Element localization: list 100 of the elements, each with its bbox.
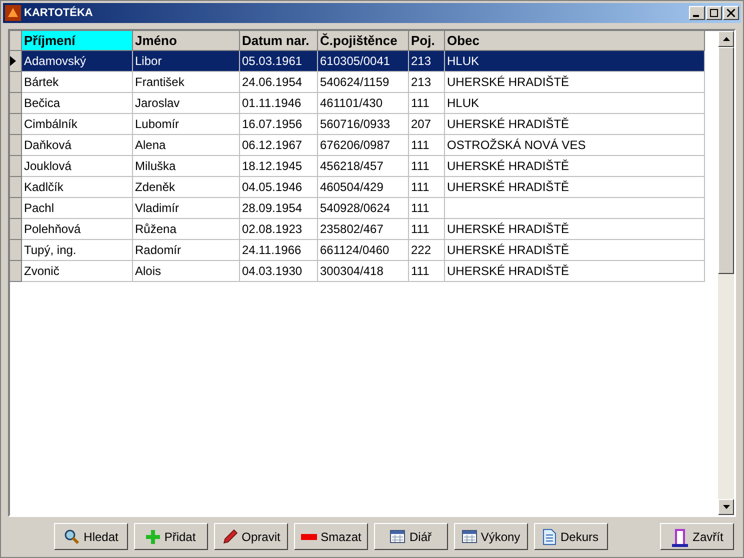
add-button[interactable]: Přidat: [134, 523, 208, 550]
table-cell: Zvonič: [22, 261, 133, 282]
pencil-icon: [222, 528, 238, 544]
table-cell: Jouklová: [22, 156, 133, 177]
column-header[interactable]: Poj.: [409, 31, 445, 51]
scroll-down-button[interactable]: [718, 499, 734, 515]
table-cell: HLUK: [445, 93, 705, 114]
table-cell: 610305/0041: [318, 51, 409, 72]
table-cell: OSTROŽSKÁ NOVÁ VES: [445, 135, 705, 156]
table-cell: 05.03.1961: [240, 51, 318, 72]
table-cell: Daňková: [22, 135, 133, 156]
table-cell: 540928/0624: [318, 198, 409, 219]
table-cell: Růžena: [133, 219, 240, 240]
calendar-button[interactable]: Výkony: [454, 523, 528, 550]
table-cell: Tupý, ing.: [22, 240, 133, 261]
document-icon: [543, 528, 556, 544]
door-exit-icon: [670, 526, 689, 546]
table-cell: 676206/0987: [318, 135, 409, 156]
table-cell: Adamovský: [22, 51, 133, 72]
close-icon: [727, 9, 735, 17]
table-cell: UHERSKÉ HRADIŠTĚ: [445, 156, 705, 177]
table-cell: 111: [409, 135, 445, 156]
table-cell: 01.11.1946: [240, 93, 318, 114]
table-cell: 540624/1159: [318, 72, 409, 93]
table-cell: 04.03.1930: [240, 261, 318, 282]
table-cell: 461101/430: [318, 93, 409, 114]
column-header[interactable]: Č.pojištěnce: [318, 31, 409, 51]
down-arrow-icon: [722, 505, 730, 509]
table-cell: 560716/0933: [318, 114, 409, 135]
minimize-button[interactable]: [689, 6, 705, 20]
maximize-button[interactable]: [706, 6, 722, 20]
table-cell: 28.09.1954: [240, 198, 318, 219]
edit-button[interactable]: Opravit: [214, 523, 288, 550]
table-cell: Kadlčík: [22, 177, 133, 198]
scroll-up-button[interactable]: [718, 31, 734, 47]
table-cell: 111: [409, 198, 445, 219]
app-icon: [5, 5, 21, 21]
table-cell: 213: [409, 72, 445, 93]
table-cell: UHERSKÉ HRADIŠTĚ: [445, 114, 705, 135]
table-cell: 02.08.1923: [240, 219, 318, 240]
table-cell: 111: [409, 177, 445, 198]
table-cell: UHERSKÉ HRADIŠTĚ: [445, 72, 705, 93]
search-button[interactable]: Hledat: [54, 523, 128, 550]
table-cell: 207: [409, 114, 445, 135]
table-cell: Libor: [133, 51, 240, 72]
table-cell: 16.07.1956: [240, 114, 318, 135]
column-header[interactable]: Datum nar.: [240, 31, 318, 51]
calendar-icon: [462, 530, 477, 543]
table-cell: 24.11.1966: [240, 240, 318, 261]
table-cell: Bártek: [22, 72, 133, 93]
plus-icon: [146, 530, 160, 544]
table-cell: 04.05.1946: [240, 177, 318, 198]
table-cell: 111: [409, 156, 445, 177]
close-button[interactable]: [723, 6, 739, 20]
table-cell: 24.06.1954: [240, 72, 318, 93]
exit-button[interactable]: Zavřít: [660, 523, 734, 550]
scroll-thumb[interactable]: [718, 47, 734, 274]
delete-button[interactable]: Smazat: [294, 523, 368, 550]
table-cell: Pachl: [22, 198, 133, 219]
window-title: KARTOTÉKA: [24, 5, 93, 21]
table-cell: Lubomír: [133, 114, 240, 135]
table-cell: Vladimír: [133, 198, 240, 219]
calendar-button[interactable]: Diář: [374, 523, 448, 550]
table-cell: Bečica: [22, 93, 133, 114]
table-cell: UHERSKÉ HRADIŠTĚ: [445, 240, 705, 261]
row-indicator[interactable]: [10, 51, 22, 72]
up-arrow-icon: [722, 37, 730, 41]
document-button[interactable]: Dekurs: [534, 523, 608, 550]
vertical-scrollbar[interactable]: [718, 31, 734, 515]
column-header[interactable]: Příjmení: [22, 31, 133, 51]
table-cell: Alois: [133, 261, 240, 282]
minus-icon: [300, 534, 317, 540]
table-cell: 18.12.1945: [240, 156, 318, 177]
table-cell: 661124/0460: [318, 240, 409, 261]
column-header[interactable]: Obec: [445, 31, 705, 51]
table-cell: Alena: [133, 135, 240, 156]
table-cell: František: [133, 72, 240, 93]
table-cell: Cimbálník: [22, 114, 133, 135]
table-cell: 06.12.1967: [240, 135, 318, 156]
table-cell: Jaroslav: [133, 93, 240, 114]
table-cell: UHERSKÉ HRADIŠTĚ: [445, 219, 705, 240]
table-cell: 111: [409, 261, 445, 282]
table-cell: 111: [409, 219, 445, 240]
table-cell: Zdeněk: [133, 177, 240, 198]
calendar-icon: [390, 530, 406, 543]
table-cell: 456218/457: [318, 156, 409, 177]
column-header[interactable]: Jméno: [133, 31, 240, 51]
table-cell: HLUK: [445, 51, 705, 72]
table-cell: 235802/467: [318, 219, 409, 240]
table-cell: UHERSKÉ HRADIŠTĚ: [445, 177, 705, 198]
table-cell: Polehňová: [22, 219, 133, 240]
table-cell: Radomír: [133, 240, 240, 261]
table-cell: 111: [409, 93, 445, 114]
table-cell: 222: [409, 240, 445, 261]
table-cell: Miluška: [133, 156, 240, 177]
table-cell: UHERSKÉ HRADIŠTĚ: [445, 261, 705, 282]
table-cell: 300304/418: [318, 261, 409, 282]
maximize-icon: [710, 9, 718, 17]
magnifier-icon: [64, 528, 80, 544]
table-cell: 213: [409, 51, 445, 72]
